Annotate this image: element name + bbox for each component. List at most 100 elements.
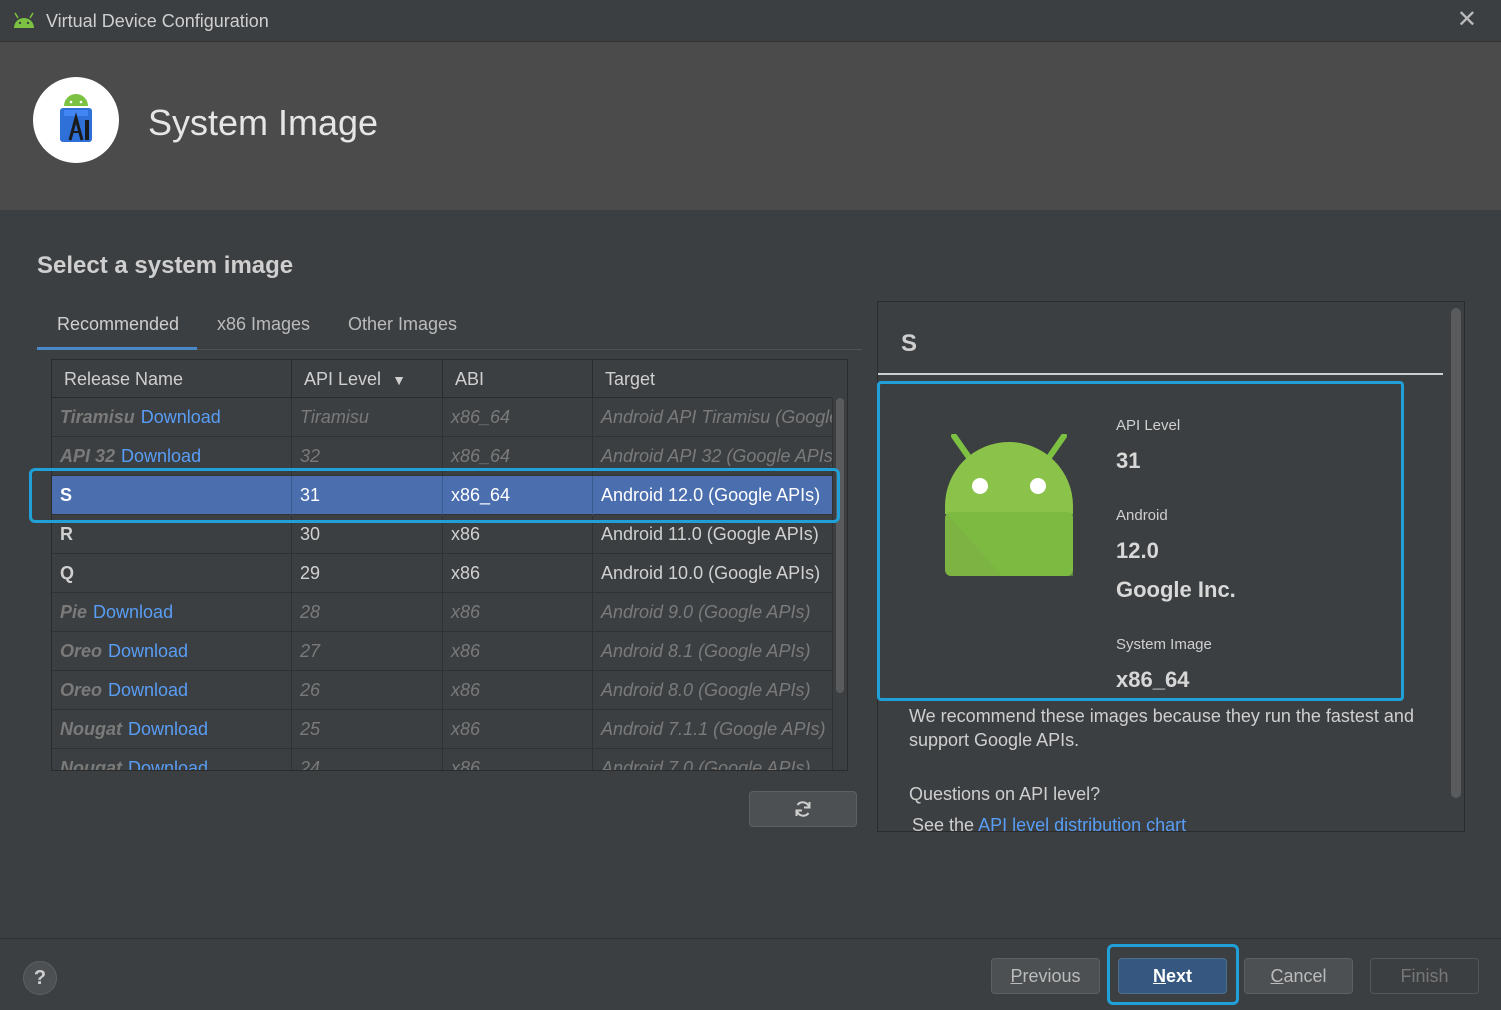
cell-target: Android 8.0 (Google APIs) xyxy=(601,680,811,700)
download-link[interactable]: Download xyxy=(108,680,188,700)
android-robot-icon xyxy=(945,434,1073,576)
table-row[interactable]: Nougat Download 24 x86 Android 7.0 (Google A… xyxy=(52,749,832,771)
cell-abi: x86 xyxy=(443,515,593,554)
wizard-header: System Image xyxy=(0,42,1501,210)
api-distribution-link[interactable]: API level distribution chart xyxy=(978,815,1186,831)
cell-release-name: Nougat Download xyxy=(52,710,292,749)
cell-target: Android 11.0 (Google APIs) xyxy=(601,524,819,544)
column-abi[interactable]: ABI xyxy=(443,360,593,398)
cell-abi: x86 xyxy=(443,749,593,770)
release-name-text: S xyxy=(60,485,73,505)
cell-release-name: Tiramisu Download xyxy=(52,398,292,437)
cell-target: Android 12.0 (Google APIs) xyxy=(601,485,821,505)
cell-abi: x86 xyxy=(443,671,593,710)
cell-api-level: 29 xyxy=(292,554,443,593)
table-row[interactable]: Oreo Download 26 x86 Android 8.0 (Google API… xyxy=(52,671,832,710)
release-name-text: Pie xyxy=(60,602,88,622)
table-row[interactable]: Q 29 x86 Android 10.0 (Google APIs) xyxy=(52,554,832,593)
release-name-text: Nougat xyxy=(60,758,122,771)
download-link[interactable]: Download xyxy=(128,758,208,770)
table-row[interactable]: API 32 Download 32 x86_64 Android API 32 (Go… xyxy=(52,437,832,476)
download-link[interactable]: Download xyxy=(121,446,201,466)
table-row[interactable]: Nougat Download 25 x86 Android 7.1.1 (Google… xyxy=(52,710,832,749)
window-title: Virtual Device Configuration xyxy=(46,11,269,31)
download-link[interactable]: Download xyxy=(93,602,173,622)
cell-api-level: 28 xyxy=(292,593,443,632)
help-icon[interactable]: ? xyxy=(23,961,57,995)
table-header: Release Name API Level ▼ ABI Target xyxy=(52,360,832,398)
image-tabs: Recommended x86 Images Other Images xyxy=(37,306,862,350)
cell-release-name: API 32 Download xyxy=(52,437,292,476)
table-scrollbar[interactable] xyxy=(832,398,847,770)
cell-target: Android API 32 (Google APIs) xyxy=(601,446,832,466)
cell-abi: x86_64 xyxy=(443,476,593,515)
detail-scrollbar[interactable] xyxy=(1451,308,1461,798)
finish-button[interactable]: Finish xyxy=(1370,958,1479,994)
release-name-text: R xyxy=(60,524,73,544)
cell-release-name: Pie Download xyxy=(52,593,292,632)
api-question-text: Questions on API level? xyxy=(909,784,1101,804)
previous-button[interactable]: Previous xyxy=(991,958,1100,994)
download-link[interactable]: Download xyxy=(108,641,188,661)
scrollbar-thumb[interactable] xyxy=(836,398,844,693)
android-version-value: 12.0 xyxy=(1116,538,1159,563)
recommendation-text: We recommend these images because they r… xyxy=(909,706,1414,750)
release-name-text: Oreo xyxy=(60,641,103,661)
cell-abi: x86_64 xyxy=(443,398,593,437)
cell-abi: x86 xyxy=(443,593,593,632)
image-detail-panel: S API Level 31 Android 12.0 Google Inc. … xyxy=(877,301,1465,832)
release-name-text: API 32 xyxy=(60,446,116,466)
table-row[interactable]: S 31 x86_64 Android 12.0 (Google APIs) xyxy=(52,476,832,515)
cell-abi: x86_64 xyxy=(443,437,593,476)
cell-abi: x86 xyxy=(443,632,593,671)
title-bar: Virtual Device Configuration ✕ xyxy=(0,0,1501,42)
cell-target: Android 10.0 (Google APIs) xyxy=(601,563,821,583)
api-level-label: API Level xyxy=(1116,417,1181,434)
android-studio-logo-icon xyxy=(33,77,119,163)
cell-abi: x86 xyxy=(443,710,593,749)
column-release-name[interactable]: Release Name xyxy=(52,360,292,398)
cell-release-name: R xyxy=(52,515,292,554)
android-label: Android xyxy=(1116,507,1168,524)
system-image-label: System Image xyxy=(1116,636,1212,653)
column-api-level[interactable]: API Level ▼ xyxy=(292,360,443,398)
download-link[interactable]: Download xyxy=(128,719,208,739)
cell-release-name: S xyxy=(52,476,292,515)
wizard-footer: ? Previous Next Cancel Finish xyxy=(0,938,1501,1010)
cancel-button[interactable]: Cancel xyxy=(1244,958,1353,994)
next-button[interactable]: Next xyxy=(1118,958,1227,994)
page-title: System Image xyxy=(148,102,379,143)
detail-release-name: S xyxy=(901,330,918,357)
detail-separator xyxy=(878,373,1443,375)
refresh-icon xyxy=(795,801,811,817)
cell-api-level: 24 xyxy=(292,749,443,770)
download-link[interactable]: Download xyxy=(141,407,221,427)
section-title: Select a system image xyxy=(37,252,294,279)
tab-other-images[interactable]: Other Images xyxy=(328,306,477,350)
refresh-button[interactable] xyxy=(749,791,857,827)
column-target[interactable]: Target xyxy=(593,360,832,398)
cell-api-level: 26 xyxy=(292,671,443,710)
tab-recommended[interactable]: Recommended xyxy=(37,306,197,350)
cell-api-level: 27 xyxy=(292,632,443,671)
tab-x86-images[interactable]: x86 Images xyxy=(197,306,330,350)
api-level-value: 31 xyxy=(1116,448,1141,473)
cell-release-name: Oreo Download xyxy=(52,671,292,710)
cell-release-name: Q xyxy=(52,554,292,593)
cell-api-level: 25 xyxy=(292,710,443,749)
cell-api-level: 32 xyxy=(292,437,443,476)
close-icon[interactable]: ✕ xyxy=(1457,8,1477,32)
cell-api-level: 30 xyxy=(292,515,443,554)
table-row[interactable]: Tiramisu Download Tiramisu x86_64 Android AP… xyxy=(52,398,832,437)
release-name-text: Q xyxy=(60,563,75,583)
cell-target: Android 8.1 (Google APIs) xyxy=(601,641,811,661)
table-row[interactable]: Oreo Download 27 x86 Android 8.1 (Google API… xyxy=(52,632,832,671)
system-image-table: Release Name API Level ▼ ABI Target Tira… xyxy=(51,359,848,771)
release-name-text: Nougat xyxy=(60,719,122,739)
cell-target: Android API Tiramisu (Google APIs) xyxy=(601,407,832,427)
cell-target: Android 7.0 (Google APIs) xyxy=(601,758,811,771)
table-row[interactable]: Pie Download 28 x86 Android 9.0 (Google APIs… xyxy=(52,593,832,632)
vendor-value: Google Inc. xyxy=(1116,577,1236,602)
table-row[interactable]: R 30 x86 Android 11.0 (Google APIs) xyxy=(52,515,832,554)
cell-release-name: Nougat Download xyxy=(52,749,292,771)
